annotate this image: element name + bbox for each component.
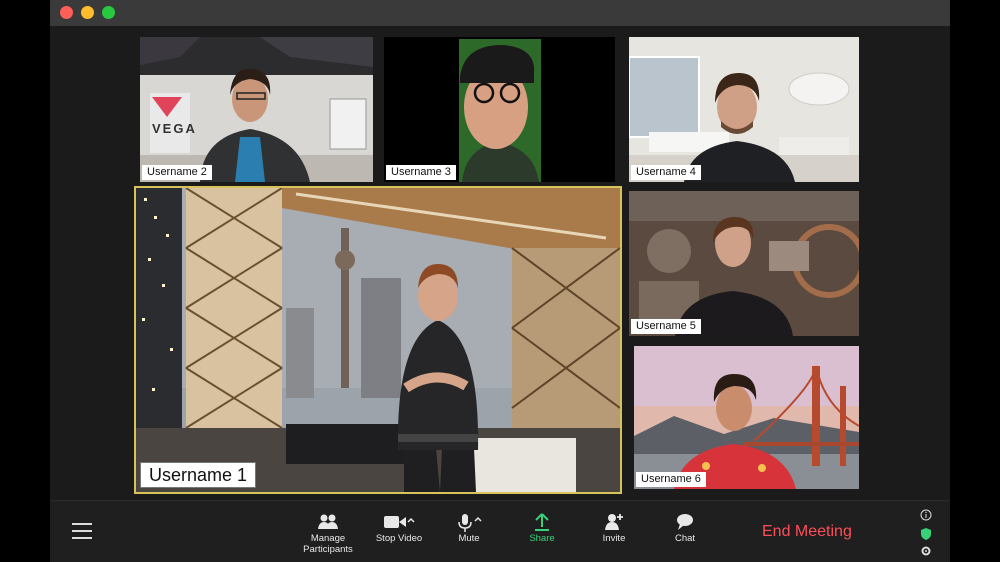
video-feed	[629, 191, 859, 336]
video-tile-username-1[interactable]: Username 1	[134, 186, 622, 494]
meeting-window: VEGA Username 2 Username 3 Username 4 Us…	[50, 0, 950, 562]
chat-label: Chat	[674, 533, 696, 544]
stop-video-button[interactable]: Stop Video	[364, 511, 434, 559]
video-gallery: VEGA Username 2 Username 3 Username 4 Us…	[50, 26, 950, 500]
info-icon[interactable]	[918, 509, 934, 525]
chat-button[interactable]: Chat	[650, 511, 720, 559]
maximize-window-button[interactable]	[102, 6, 115, 19]
title-bar	[50, 0, 950, 26]
gear-icon[interactable]	[918, 545, 934, 561]
video-camera-icon	[384, 516, 415, 528]
invite-button[interactable]: Invite	[579, 511, 649, 559]
microphone-icon	[458, 514, 482, 532]
menu-icon-bar	[72, 537, 92, 539]
participant-name: Username 3	[386, 165, 456, 180]
manage-participants-button[interactable]: Manage Participants	[293, 511, 363, 559]
video-tile-username-4[interactable]: Username 4	[629, 37, 859, 182]
chat-bubble-icon	[677, 514, 693, 530]
participant-name: Username 6	[636, 472, 706, 487]
participant-name: Username 4	[631, 165, 701, 180]
end-meeting-button[interactable]: End Meeting	[762, 523, 852, 541]
add-user-icon	[605, 514, 623, 530]
menu-icon-bar	[72, 530, 92, 532]
participant-name: Username 2	[142, 165, 212, 180]
stop-video-label: Stop Video	[375, 533, 423, 544]
invite-label: Invite	[602, 533, 626, 544]
video-feed	[136, 188, 620, 492]
vega-logo: VEGA	[152, 121, 197, 136]
manage-participants-label-line1: Manage	[310, 533, 346, 544]
share-screen-button[interactable]: Share	[507, 511, 577, 559]
manage-participants-label-line2: Participants	[303, 544, 353, 555]
video-feed	[384, 37, 615, 182]
video-tile-username-3[interactable]: Username 3	[384, 37, 615, 182]
share-arrow-icon	[535, 513, 549, 531]
participants-icon	[318, 514, 338, 529]
chevron-up-icon	[474, 516, 482, 522]
meeting-info-icons	[918, 509, 934, 562]
share-label: Share	[529, 533, 555, 544]
video-feed	[140, 37, 373, 182]
menu-icon-bar	[72, 523, 92, 525]
meeting-toolbar: Manage Participants Stop Video Mute Shar…	[50, 500, 950, 562]
video-tile-username-2[interactable]: VEGA Username 2	[140, 37, 373, 182]
close-window-button[interactable]	[60, 6, 73, 19]
participant-name: Username 5	[631, 319, 701, 334]
mute-button[interactable]: Mute	[434, 511, 504, 559]
video-feed	[629, 37, 859, 182]
mute-label: Mute	[458, 533, 480, 544]
video-tile-username-5[interactable]: Username 5	[629, 191, 859, 336]
participant-name: Username 1	[140, 462, 257, 488]
video-tile-username-6[interactable]: Username 6	[634, 346, 859, 489]
menu-button[interactable]	[72, 523, 92, 541]
video-feed	[634, 346, 859, 489]
security-shield-icon[interactable]	[918, 527, 934, 543]
minimize-window-button[interactable]	[81, 6, 94, 19]
chevron-up-icon	[407, 517, 415, 523]
